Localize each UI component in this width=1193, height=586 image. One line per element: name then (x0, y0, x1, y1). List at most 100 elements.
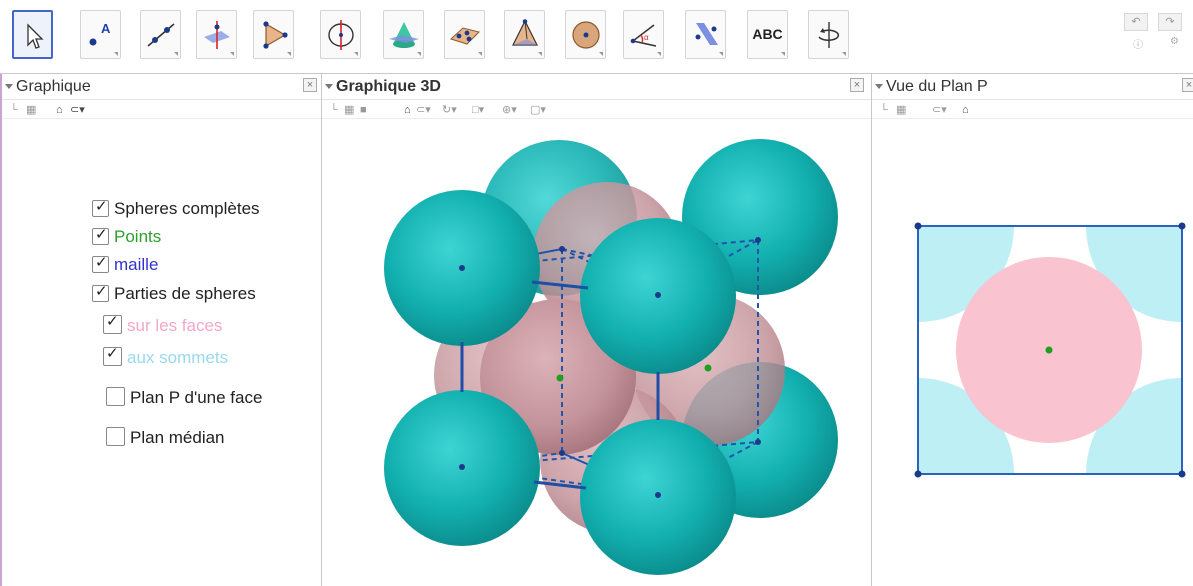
point-A-icon: A (89, 21, 111, 46)
axes-toggle-icon[interactable]: └ (330, 103, 338, 117)
home-icon[interactable]: ⌂ (404, 103, 411, 117)
cone-plane-icon (389, 22, 419, 48)
graphique-panel-header: Graphique × (2, 74, 321, 100)
sphere-center-icon (572, 21, 600, 49)
face-center-point[interactable] (556, 374, 564, 382)
home-icon[interactable]: ⌂ (962, 103, 969, 117)
text-tool-button[interactable]: ABC (747, 10, 788, 59)
reflect-plane-icon (695, 23, 718, 45)
rotate-view-tool-button[interactable] (808, 10, 849, 59)
settings-gear-icon[interactable]: ⚙ (1170, 36, 1179, 47)
vue-plan-panel: Vue du Plan P × └ ▦ ⊂▾ ⌂ (872, 74, 1193, 586)
toolbar: A α ABC ↶ ↷ ⓘ ⚙ (0, 0, 1193, 74)
checkbox-box[interactable]: ✓ (103, 313, 122, 334)
checkbox-label: maille (114, 255, 159, 274)
view-direction-icon[interactable]: □▾ (472, 103, 484, 117)
collapse-arrow-icon[interactable] (325, 84, 333, 89)
rotate-axis-tool-button[interactable] (320, 10, 361, 59)
clipping-icon[interactable]: ⊛▾ (502, 103, 517, 117)
grid-toggle-icon[interactable]: ▦ (896, 103, 906, 117)
graphique-3d-panel-header: Graphique 3D × (322, 74, 871, 100)
checkbox-aux-sommets[interactable]: ✓ aux sommets (103, 345, 229, 373)
3d-scene[interactable] (322, 120, 871, 586)
pyramid-icon (512, 19, 538, 46)
perpendicular-plane-icon (204, 21, 230, 49)
checkbox-plan-median[interactable]: Plan médian (106, 427, 225, 453)
plane-view-canvas[interactable] (872, 120, 1193, 586)
grid-toggle-icon[interactable]: ▦ (344, 103, 354, 117)
sphere-tool-button[interactable] (565, 10, 606, 59)
checkbox-points[interactable]: ✓ Points (92, 226, 161, 252)
undo-redo-group: ↶ ↷ (1124, 13, 1188, 33)
graphique-3d-panel: Graphique 3D × └ ▦ ■ ⌂ ⊂▾ ↻▾ □▾ ⊛▾ ▢▾ (322, 74, 872, 586)
checkbox-label: Plan médian (130, 428, 225, 447)
vue-plan-panel-header: Vue du Plan P × (872, 74, 1193, 100)
collapse-arrow-icon[interactable] (875, 84, 883, 89)
checkbox-box[interactable]: ✓ (92, 198, 109, 217)
plane-points-icon (450, 27, 480, 45)
checkbox-box[interactable]: ✓ (92, 226, 109, 245)
angle-icon: α (630, 24, 657, 47)
face-center-point[interactable] (1045, 346, 1053, 354)
face-center-point[interactable] (704, 364, 712, 372)
plane-toggle-icon[interactable]: ■ (360, 103, 367, 117)
grid-toggle-icon[interactable]: ▦ (26, 103, 36, 117)
checkbox-box[interactable]: ✓ (92, 254, 109, 273)
intersect-tool-button[interactable] (383, 10, 424, 59)
undo-icon[interactable]: ↶ (1124, 13, 1148, 31)
collapse-arrow-icon[interactable] (5, 84, 13, 89)
line-tool-button[interactable] (140, 10, 181, 59)
axes-toggle-icon[interactable]: └ (880, 103, 888, 117)
angle-tool-button[interactable]: α (623, 10, 664, 59)
checkbox-label: aux sommets (127, 348, 229, 367)
redo-icon[interactable]: ↷ (1158, 13, 1182, 31)
checkbox-plan-p-face[interactable]: Plan P d'une face (106, 387, 262, 413)
checkbox-sur-les-faces[interactable]: ✓ sur les faces (103, 313, 223, 341)
pyramid-tool-button[interactable] (504, 10, 545, 59)
triangle-polygon-icon (263, 21, 288, 49)
graphique-panel-title: Graphique (16, 78, 91, 95)
checkbox-box[interactable]: ✓ (92, 283, 109, 302)
close-panel-icon[interactable]: × (850, 78, 864, 92)
polygon-tool-button[interactable] (253, 10, 294, 59)
arrow-pointer-icon (27, 23, 44, 49)
plane-tool-button[interactable] (444, 10, 485, 59)
line-through-points-icon (147, 23, 175, 47)
close-panel-icon[interactable]: × (1182, 78, 1193, 92)
checkbox-box[interactable] (106, 427, 125, 446)
move-tool-button[interactable] (12, 10, 53, 59)
home-icon[interactable]: ⌂ (56, 103, 63, 117)
rotation-icon[interactable]: ↻▾ (442, 103, 457, 117)
axes-toggle-icon[interactable]: └ (10, 103, 18, 117)
point-capture-icon[interactable]: ⊂▾ (70, 103, 85, 117)
help-icon[interactable]: ⓘ (1133, 36, 1143, 51)
graphique-style-bar: └ ▦ ⌂ ⊂▾ (2, 101, 321, 119)
point-capture-icon[interactable]: ⊂▾ (416, 103, 431, 117)
circle-axis-icon (328, 20, 354, 50)
checkbox-spheres-completes[interactable]: ✓ Spheres complètes (92, 198, 260, 224)
text-icon: ABC (752, 26, 783, 42)
point-capture-icon[interactable]: ⊂▾ (932, 103, 947, 117)
reflect-tool-button[interactable] (685, 10, 726, 59)
perpendicular-tool-button[interactable] (196, 10, 237, 59)
point-tool-button[interactable]: A (80, 10, 121, 59)
svg-text:α: α (644, 33, 649, 42)
checkbox-box[interactable] (106, 387, 125, 406)
checkbox-label: Spheres complètes (114, 199, 260, 218)
point-label-glyph: A (101, 21, 111, 36)
checkbox-box[interactable]: ✓ (103, 345, 122, 366)
checkbox-label: sur les faces (127, 316, 223, 335)
checkbox-label: Plan P d'une face (130, 388, 263, 407)
close-panel-icon[interactable]: × (303, 78, 317, 92)
graphique-3d-style-bar: └ ▦ ■ ⌂ ⊂▾ ↻▾ □▾ ⊛▾ ▢▾ (322, 101, 871, 119)
rotate-view-icon (818, 22, 840, 48)
graphique-panel: Graphique × └ ▦ ⌂ ⊂▾ ✓ Spheres complètes … (0, 74, 322, 586)
graphique-3d-panel-title: Graphique 3D (336, 78, 441, 95)
checkbox-maille[interactable]: ✓ maille (92, 254, 158, 280)
vue-plan-panel-title: Vue du Plan P (886, 78, 988, 95)
checkbox-label: Parties de spheres (114, 284, 256, 303)
checkbox-parties-de-spheres[interactable]: ✓ Parties de spheres (92, 283, 256, 309)
projection-icon[interactable]: ▢▾ (530, 103, 546, 117)
vue-plan-style-bar: └ ▦ ⊂▾ ⌂ (872, 101, 1193, 119)
checkbox-label: Points (114, 227, 162, 246)
